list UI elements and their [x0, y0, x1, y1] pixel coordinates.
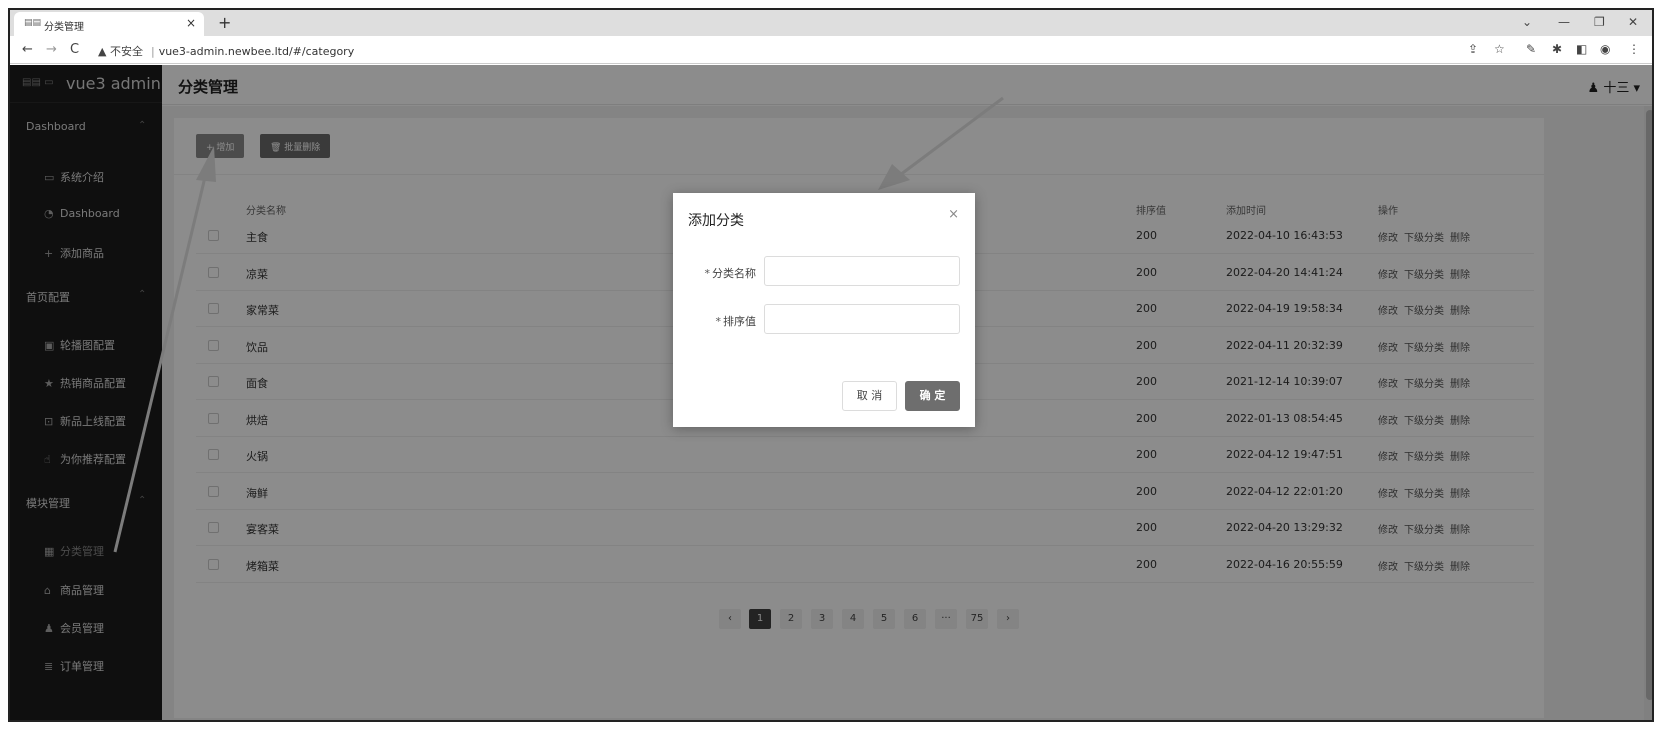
confirm-button[interactable]: 确 定: [905, 381, 960, 411]
annotation-arrow-line: [899, 96, 1004, 177]
category-name-label-text: 分类名称: [712, 267, 756, 280]
required-mark: *: [704, 267, 711, 280]
rank-label-text: 排序值: [723, 315, 756, 328]
dialog-title: 添加分类: [688, 213, 744, 229]
required-mark: *: [715, 315, 722, 328]
annotation-arrowhead: [196, 146, 216, 182]
annotation-arrow-line: [113, 172, 208, 553]
category-name-input[interactable]: [764, 256, 960, 286]
add-category-dialog: 添加分类 × * 分类名称 * 排序值 取 消 确 定: [673, 193, 975, 427]
screenshot-frame: ▤▤ 分类管理 × + ⌄ — ❐ ✕ ← → C ▲ 不安全 | vue3-adm…: [8, 8, 1654, 722]
cancel-button[interactable]: 取 消: [842, 381, 897, 411]
annotation-arrowhead: [878, 164, 910, 190]
rank-input[interactable]: [764, 304, 960, 334]
rank-label: * 排序值: [686, 313, 757, 329]
dialog-close-icon[interactable]: ×: [948, 207, 959, 222]
category-name-label: * 分类名称: [686, 265, 757, 281]
